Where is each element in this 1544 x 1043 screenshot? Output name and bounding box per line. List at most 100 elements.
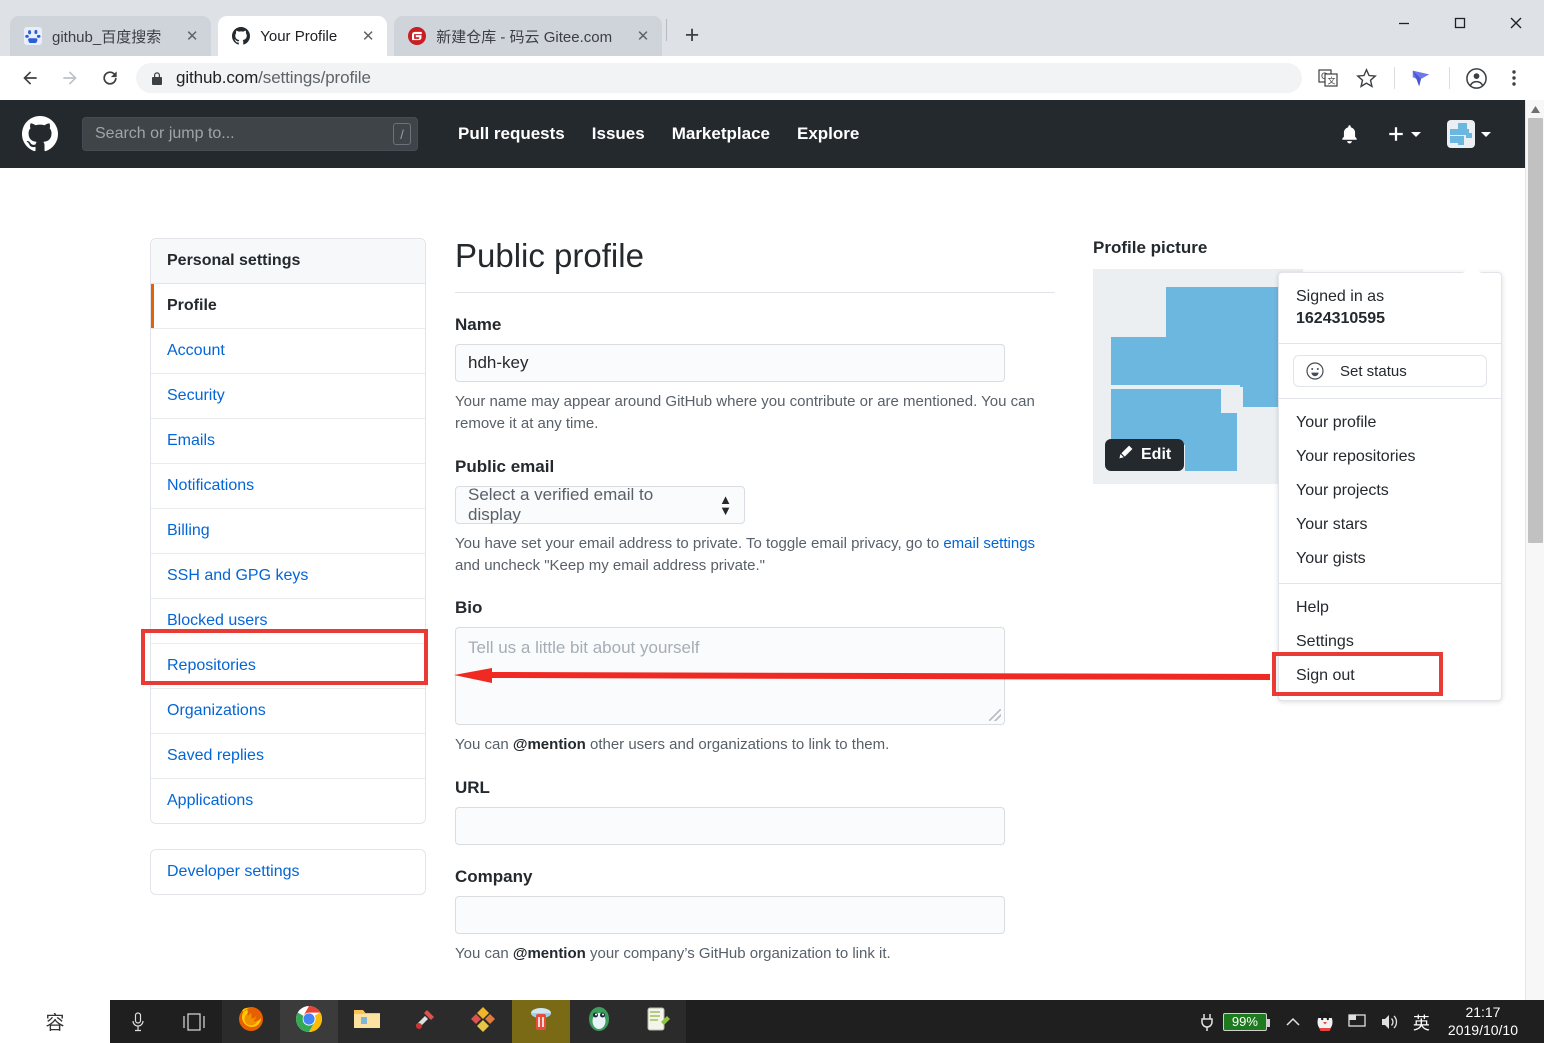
new-tab-button[interactable]: + [675, 18, 709, 52]
dropdown-group-profile: Your profile Your repositories Your proj… [1279, 399, 1501, 583]
star-icon[interactable] [1348, 60, 1384, 96]
chevron-updown-icon: ▲ ▼ [719, 491, 732, 518]
dropdown-item-your-projects[interactable]: Your projects [1279, 474, 1501, 508]
search-input[interactable]: Search or jump to... / [82, 117, 418, 151]
dropdown-item-your-repositories[interactable]: Your repositories [1279, 440, 1501, 474]
email-settings-link[interactable]: email settings [943, 535, 1035, 552]
sidebar-item-emails[interactable]: Emails [151, 419, 425, 464]
forward-button[interactable] [50, 58, 90, 98]
dropdown-item-sign-out[interactable]: Sign out [1279, 659, 1501, 693]
company-input[interactable] [455, 896, 1005, 935]
tab-close-button[interactable]: ✕ [630, 23, 656, 49]
taskbar-app-notepad[interactable] [628, 1000, 686, 1043]
sidebar-item-ssh-and-gpg-keys[interactable]: SSH and GPG keys [151, 554, 425, 599]
bell-icon[interactable] [1340, 124, 1359, 144]
back-button[interactable] [10, 58, 50, 98]
taskbar-app-chrome[interactable] [280, 1000, 338, 1043]
clock-date: 2019/10/10 [1447, 1021, 1518, 1038]
taskbar-app-penguin[interactable] [570, 1000, 628, 1043]
svg-text:文: 文 [1328, 76, 1336, 86]
page-viewport: Search or jump to... / Pull requests Iss… [0, 100, 1544, 1007]
baidu-icon [24, 27, 42, 45]
scroll-up-arrow-icon[interactable] [1526, 100, 1544, 118]
sidebar-item-notifications[interactable]: Notifications [151, 464, 425, 509]
maximize-icon[interactable] [1432, 0, 1488, 46]
profile-picture-image[interactable]: Edit [1093, 269, 1303, 484]
resize-grip-icon[interactable] [989, 709, 1001, 722]
sidebar-item-billing[interactable]: Billing [151, 509, 425, 554]
sidebar-item-repositories[interactable]: Repositories [151, 644, 425, 689]
nav-pull-requests[interactable]: Pull requests [458, 124, 565, 144]
task-view-icon[interactable] [166, 1000, 222, 1043]
name-input[interactable]: hdh-key [455, 344, 1005, 383]
notepad-icon [644, 1006, 670, 1037]
taskbar-clock[interactable]: 21:17 2019/10/10 [1438, 1004, 1528, 1039]
chrome-icon [295, 1005, 323, 1038]
tab-baidu[interactable]: github_百度搜索 ✕ [10, 16, 212, 56]
display-icon[interactable] [1341, 1000, 1373, 1043]
public-email-label: Public email [455, 456, 555, 476]
nav-explore[interactable]: Explore [797, 124, 859, 144]
close-icon[interactable] [1488, 0, 1544, 46]
volume-icon[interactable] [1373, 1000, 1405, 1043]
tab-gitee[interactable]: 新建仓库 - 码云 Gitee.com ✕ [394, 16, 663, 56]
url-input[interactable] [455, 807, 1005, 846]
tab-close-button[interactable]: ✕ [355, 23, 381, 49]
scrollbar-thumb[interactable] [1528, 118, 1543, 543]
ime-indicator[interactable]: 英 [1405, 1009, 1438, 1034]
extension-icon[interactable] [1403, 60, 1439, 96]
qq-icon[interactable] [1309, 1000, 1341, 1043]
sidebar-item-blocked-users[interactable]: Blocked users [151, 599, 425, 644]
show-desktop-button[interactable] [1528, 1000, 1538, 1043]
taskbar-app-firefox[interactable] [222, 1000, 280, 1043]
translate-icon[interactable]: G 文 [1310, 60, 1346, 96]
tab-close-button[interactable]: ✕ [179, 23, 205, 49]
sidebar-item-organizations[interactable]: Organizations [151, 689, 425, 734]
page-scrollbar[interactable] [1525, 100, 1544, 1007]
dropdown-item-help[interactable]: Help [1279, 591, 1501, 625]
company-label: Company [455, 867, 533, 887]
profile-icon[interactable] [1458, 60, 1494, 96]
public-email-select[interactable]: Select a verified email to display ▲ ▼ [455, 485, 745, 524]
taskbar-left-panel[interactable]: 容 [0, 1000, 110, 1043]
sidebar-item-account[interactable]: Account [151, 329, 425, 374]
sidebar-item-saved-replies[interactable]: Saved replies [151, 734, 425, 779]
nav-issues[interactable]: Issues [592, 124, 645, 144]
sidebar-item-security[interactable]: Security [151, 374, 425, 419]
lock-icon [150, 71, 164, 86]
file-explorer-icon [353, 1007, 381, 1036]
menu-icon[interactable] [1496, 60, 1532, 96]
windows-taskbar: 容 99% 英 21:17 2019/10/10 [0, 1000, 1544, 1043]
taskbar-app-recycle-bin[interactable] [512, 1000, 570, 1043]
firefox-icon [237, 1005, 265, 1038]
tab-your-profile[interactable]: Your Profile ✕ [218, 16, 388, 56]
sidebar-item-applications[interactable]: Applications [151, 779, 425, 823]
minimize-icon[interactable] [1376, 0, 1432, 46]
taskbar-app-diamond[interactable] [454, 1000, 512, 1043]
url-label: URL [455, 778, 490, 798]
power-plug-icon[interactable] [1191, 1000, 1223, 1043]
public-email-field-group: Public email Select a verified email to … [455, 457, 1055, 577]
github-mark-icon[interactable] [22, 116, 58, 152]
nav-marketplace[interactable]: Marketplace [672, 124, 770, 144]
edit-profile-picture-button[interactable]: Edit [1105, 439, 1185, 471]
microphone-icon[interactable] [110, 1000, 166, 1043]
url-host: github.com [176, 68, 259, 87]
sidebar-item-profile[interactable]: Profile [151, 284, 425, 329]
set-status-button[interactable]: Set status [1293, 355, 1487, 388]
dropdown-item-settings[interactable]: Settings [1279, 625, 1501, 659]
avatar-menu-button[interactable] [1447, 120, 1491, 148]
tab-title: Your Profile [260, 27, 338, 45]
battery-status-badge[interactable]: 99% [1222, 1012, 1270, 1031]
dropdown-item-your-profile[interactable]: Your profile [1279, 406, 1501, 440]
dropdown-item-your-stars[interactable]: Your stars [1279, 508, 1501, 542]
show-hidden-icons-chevron-icon[interactable] [1277, 1000, 1309, 1043]
set-status-label: Set status [1340, 362, 1407, 380]
taskbar-app-file-explorer[interactable] [338, 1000, 396, 1043]
reload-button[interactable] [90, 58, 130, 98]
plus-menu-button[interactable] [1387, 125, 1421, 143]
sidebar-item-developer-settings[interactable]: Developer settings [151, 850, 425, 894]
taskbar-app-tool[interactable] [396, 1000, 454, 1043]
address-bar[interactable]: github.com/settings/profile [136, 63, 1302, 93]
dropdown-item-your-gists[interactable]: Your gists [1279, 542, 1501, 576]
